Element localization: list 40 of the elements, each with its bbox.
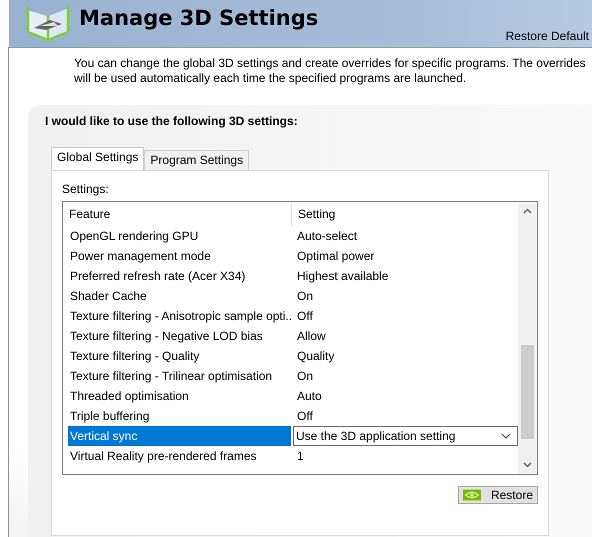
feature-cell[interactable]: Triple buffering — [63, 406, 292, 426]
setting-cell-text: Allow — [296, 328, 326, 345]
eye-logo-icon — [463, 489, 481, 501]
page-title: Manage 3D Settings — [79, 6, 318, 30]
settings-label: Settings: — [62, 182, 110, 196]
scroll-down-icon[interactable] — [523, 462, 532, 468]
section-heading: I would like to use the following 3D settings: — [45, 114, 299, 128]
feature-cell[interactable]: Texture filtering - Trilinear optimisation — [63, 366, 292, 386]
feature-cell[interactable]: Virtual Reality pre-rendered frames — [63, 446, 292, 466]
feature-cell[interactable]: Shader Cache — [63, 286, 292, 306]
setting-cell-text: Optimal power — [296, 248, 374, 265]
feature-cell[interactable]: Power management mode — [63, 246, 292, 266]
column-header[interactable]: Feature — [63, 202, 292, 226]
scrollbar-thumb[interactable] — [521, 345, 534, 439]
feature-cell[interactable]: Preferred refresh rate (Acer X34) — [63, 266, 292, 286]
chevron-down-icon — [501, 433, 511, 439]
setting-cell-text: Auto-select — [296, 228, 358, 245]
column-header[interactable]: Setting — [292, 202, 518, 226]
setting-cell-text: 1 — [296, 448, 304, 465]
feature-cell[interactable]: OpenGL rendering GPU — [63, 226, 292, 246]
setting-cell-text: Highest available — [296, 268, 388, 285]
restore-defaults-link[interactable]: Restore Default — [506, 29, 589, 43]
feature-cell[interactable]: Texture filtering - Negative LOD bias — [63, 326, 292, 346]
setting-cell-text: On — [296, 288, 314, 305]
setting-cell-text: Auto — [296, 388, 322, 405]
feature-cell[interactable]: Texture filtering - Quality — [63, 346, 292, 366]
setting-cell-text: Off — [296, 308, 313, 325]
scrollbar[interactable] — [518, 202, 537, 474]
scroll-up-icon[interactable] — [523, 208, 532, 214]
setting-cell-text: On — [296, 368, 314, 385]
tab[interactable]: Global Settings — [51, 147, 144, 170]
description-text: You can change the global 3D settings and create overrides for specific programs. The overrides will be used automatically each time the specified programs are launched. — [74, 56, 587, 86]
setting-cell-text: Quality — [296, 348, 334, 365]
setting-cell-text: Off — [296, 408, 313, 425]
feature-cell[interactable]: Vertical sync — [68, 426, 291, 446]
setting-dropdown[interactable]: Use the 3D application setting — [292, 426, 518, 446]
feature-cell[interactable]: Texture filtering - Anisotropic sample opti... — [63, 306, 292, 326]
restore-button[interactable]: Restore — [458, 486, 538, 504]
feature-cell[interactable]: Threaded optimisation — [63, 386, 292, 406]
tab[interactable]: Program Settings — [144, 150, 250, 170]
